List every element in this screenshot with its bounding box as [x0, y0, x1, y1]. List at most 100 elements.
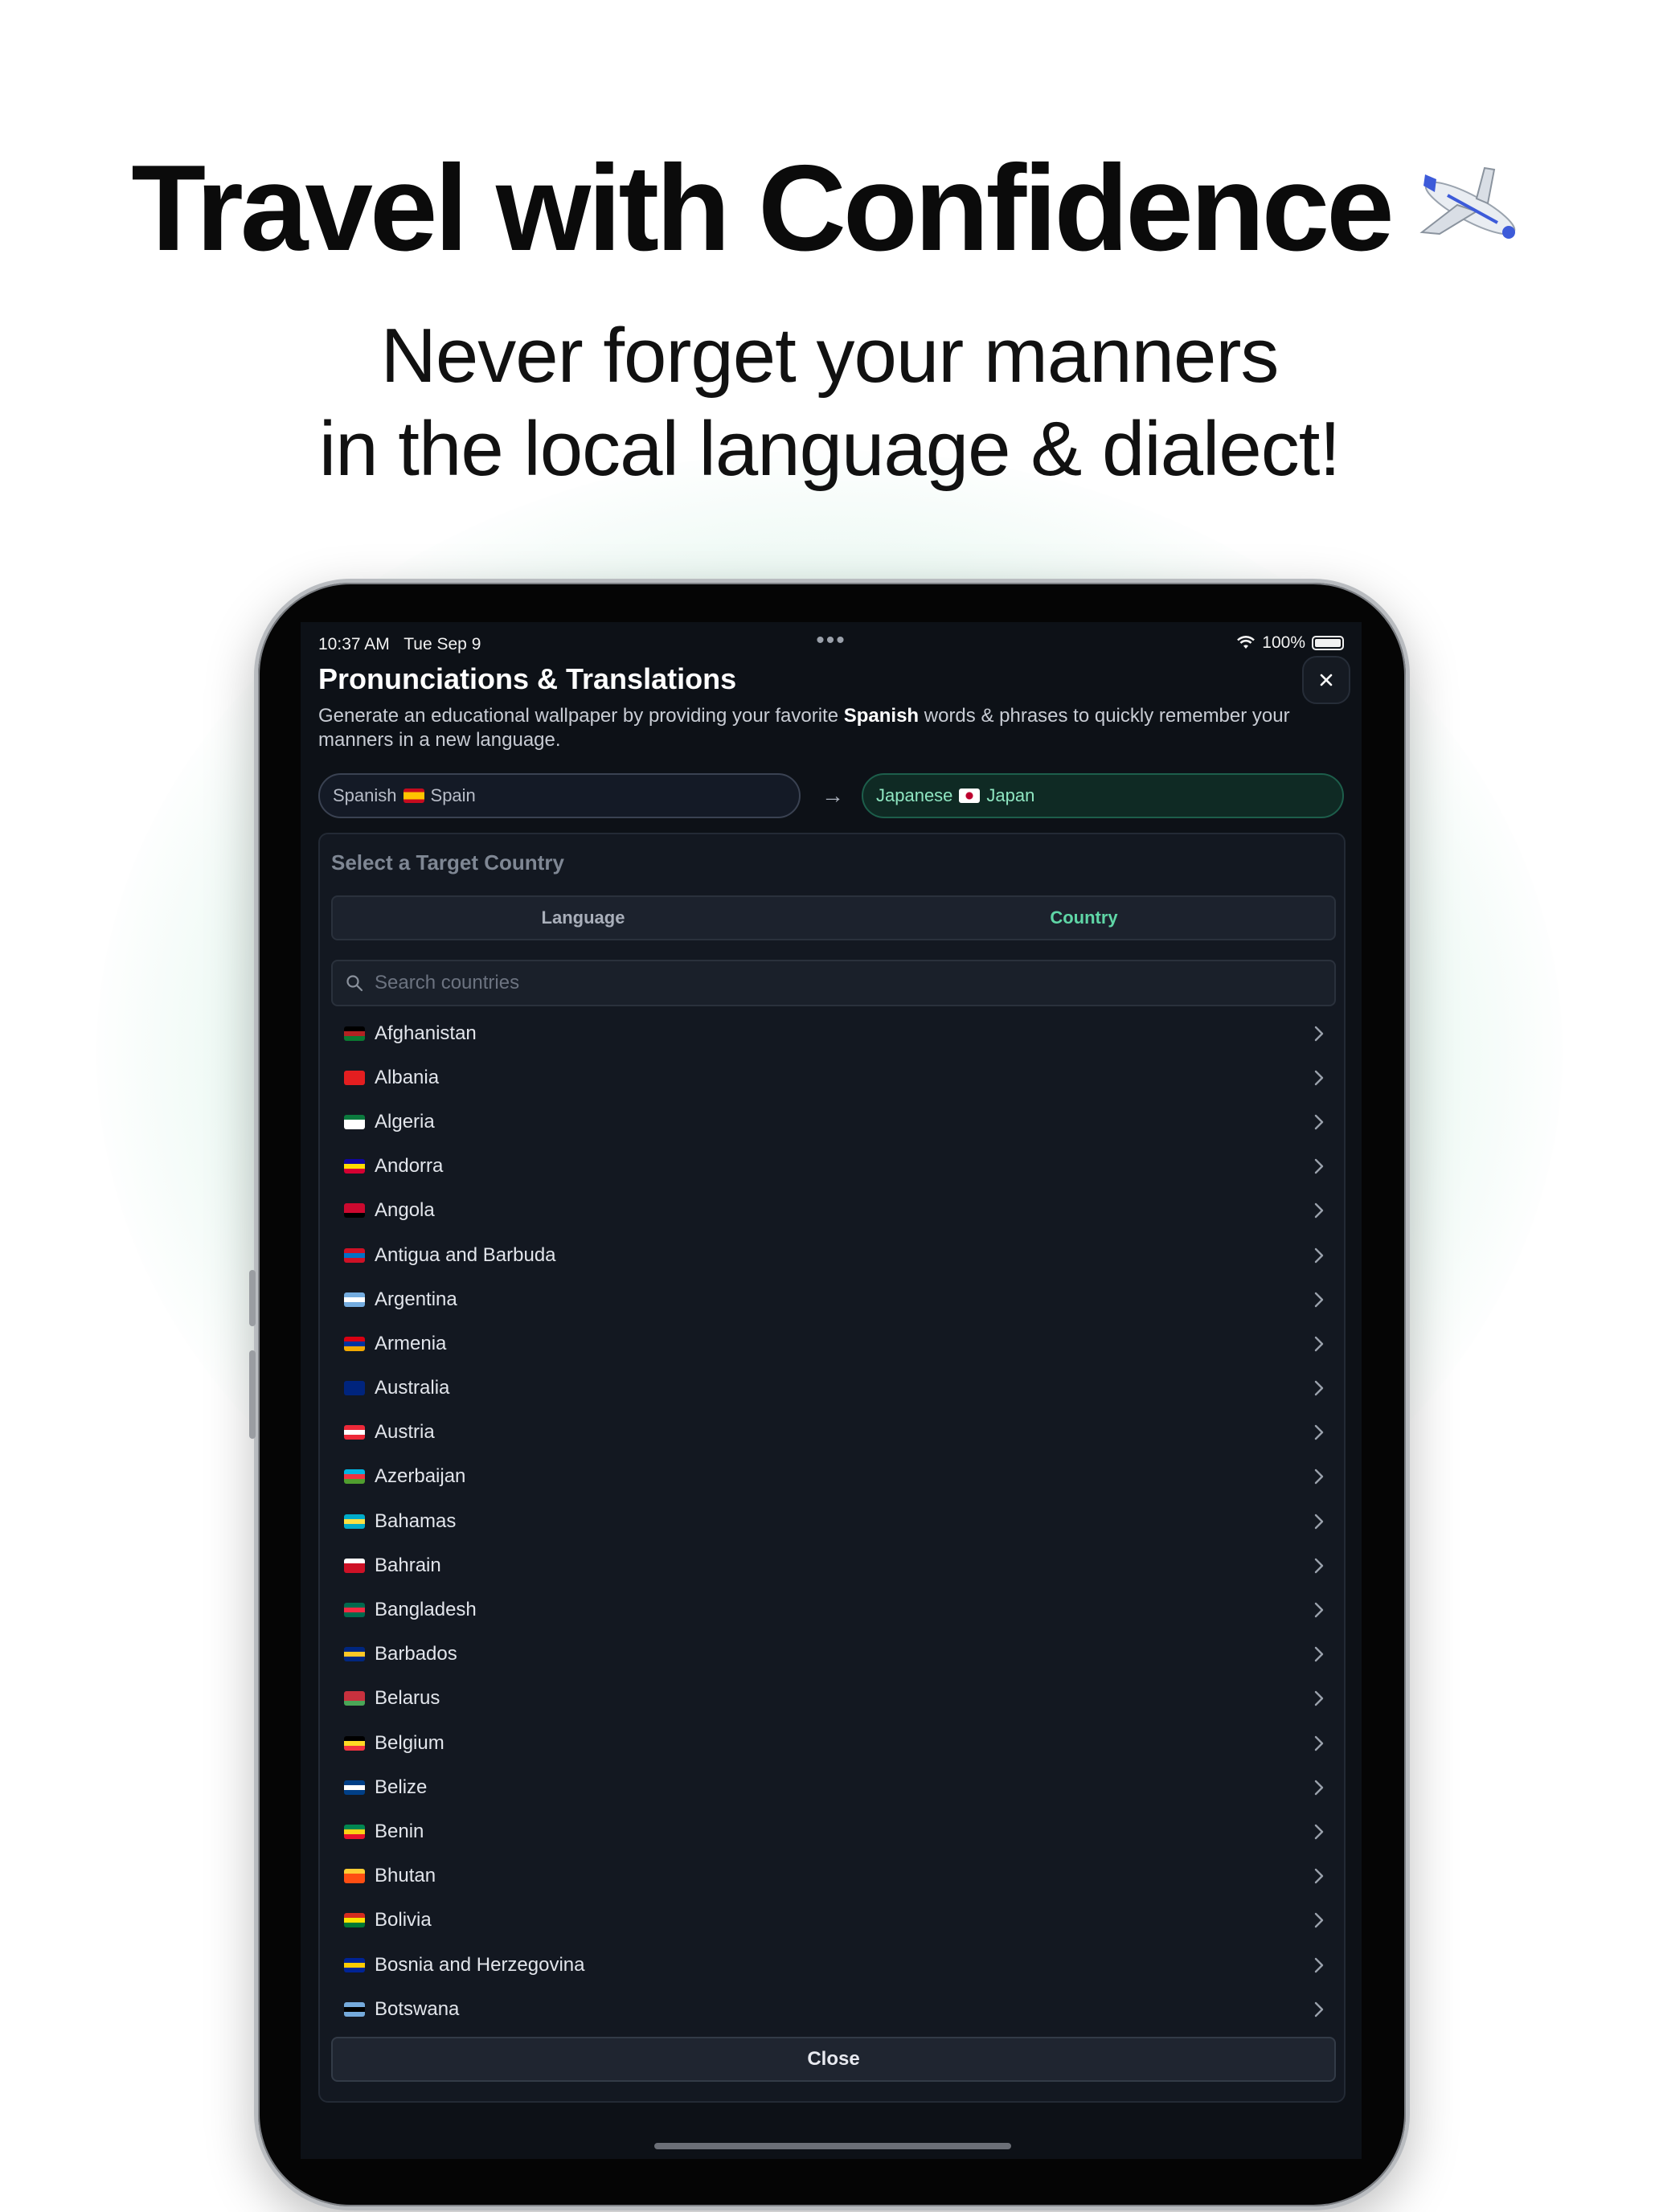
dismiss-button[interactable]: [1302, 656, 1350, 704]
country-row[interactable]: Barbados: [331, 1632, 1336, 1677]
home-indicator[interactable]: [654, 2143, 1011, 2149]
headline-text: Travel with Confidence: [131, 140, 1394, 276]
country-flag-icon: [344, 1514, 365, 1529]
tab-language[interactable]: Language: [333, 897, 834, 939]
volume-button: [249, 1350, 256, 1439]
country-name: Bangladesh: [375, 1599, 477, 1621]
side-button: [249, 1270, 256, 1326]
chevron-right-icon: [1314, 1336, 1324, 1352]
country-name: Armenia: [375, 1332, 447, 1354]
country-flag-icon: [344, 1913, 365, 1928]
marketing-subhead: Never forget your manners in the local l…: [0, 309, 1659, 496]
country-row[interactable]: Bhutan: [331, 1854, 1336, 1899]
picker-segmented-control: Language Country: [331, 895, 1336, 940]
country-name: Barbados: [375, 1643, 457, 1665]
chevron-right-icon: [1314, 1114, 1324, 1130]
country-flag-icon: [344, 1070, 365, 1085]
country-flag-icon: [344, 1026, 365, 1041]
country-name: Bhutan: [375, 1865, 436, 1887]
country-row[interactable]: Azerbaijan: [331, 1455, 1336, 1499]
target-country-label: Japan: [986, 785, 1035, 805]
country-row[interactable]: Bolivia: [331, 1899, 1336, 1943]
country-name: Botswana: [375, 1997, 460, 2020]
country-flag-icon: [344, 2001, 365, 2017]
country-row[interactable]: Argentina: [331, 1277, 1336, 1321]
search-box: [331, 960, 1336, 1006]
arrow-right-icon: →: [821, 783, 844, 808]
country-name: Belize: [375, 1776, 428, 1798]
country-name: Andorra: [375, 1155, 444, 1178]
chevron-right-icon: [1314, 2001, 1324, 2017]
tab-country[interactable]: Country: [834, 897, 1334, 939]
country-row[interactable]: Andorra: [331, 1145, 1336, 1189]
country-row[interactable]: Bosnia and Herzegovina: [331, 1943, 1336, 1987]
chevron-right-icon: [1314, 1070, 1324, 1085]
chevron-right-icon: [1314, 1425, 1324, 1440]
chevron-right-icon: [1314, 1647, 1324, 1662]
target-language-pill[interactable]: Japanese Japan: [862, 773, 1344, 818]
search-input[interactable]: [375, 972, 1259, 994]
airplane-icon: [1407, 143, 1528, 284]
country-row[interactable]: Australia: [331, 1366, 1336, 1411]
sheet-title: Pronunciations & Translations: [318, 662, 737, 695]
country-list: Afghanistan Albania Algeria Andorra Angola An…: [331, 1011, 1336, 2031]
chevron-right-icon: [1314, 1026, 1324, 1041]
country-flag-icon: [344, 1869, 365, 1884]
country-flag-icon: [344, 1780, 365, 1795]
chevron-right-icon: [1314, 1514, 1324, 1529]
chevron-right-icon: [1314, 1602, 1324, 1618]
country-flag-icon: [344, 1381, 365, 1396]
country-flag-icon: [344, 1292, 365, 1307]
status-bar: 10:37 AM Tue Sep 9 ••• 100%: [318, 627, 1344, 659]
country-name: Algeria: [375, 1110, 435, 1133]
country-flag-icon: [344, 1647, 365, 1662]
country-row[interactable]: Belgium: [331, 1721, 1336, 1765]
chevron-right-icon: [1314, 1691, 1324, 1706]
chevron-right-icon: [1314, 1735, 1324, 1751]
multitask-dots-icon[interactable]: •••: [816, 627, 846, 654]
country-name: Argentina: [375, 1288, 457, 1310]
subhead-line-2: in the local language & dialect!: [318, 406, 1341, 492]
country-name: Belarus: [375, 1687, 440, 1710]
chevron-right-icon: [1314, 1868, 1324, 1884]
country-flag-icon: [344, 1558, 365, 1573]
country-row[interactable]: Afghanistan: [331, 1011, 1336, 1055]
chevron-right-icon: [1314, 1203, 1324, 1219]
country-row[interactable]: Bahrain: [331, 1543, 1336, 1587]
country-row[interactable]: Belarus: [331, 1677, 1336, 1721]
country-name: Austria: [375, 1421, 435, 1444]
country-row[interactable]: Bahamas: [331, 1499, 1336, 1543]
country-row[interactable]: Benin: [331, 1809, 1336, 1854]
source-country-label: Spain: [430, 785, 476, 805]
country-picker-panel: Select a Target Country Language Country…: [318, 833, 1346, 2103]
source-language-label: Spanish: [333, 785, 397, 805]
country-row[interactable]: Belize: [331, 1765, 1336, 1809]
country-flag-icon: [344, 1824, 365, 1839]
marketing-headline: Travel with Confidence: [0, 138, 1659, 284]
country-row[interactable]: Armenia: [331, 1321, 1336, 1366]
country-name: Bahamas: [375, 1509, 457, 1532]
close-button[interactable]: Close: [331, 2037, 1336, 2082]
country-name: Bosnia and Herzegovina: [375, 1953, 585, 1976]
wifi-icon: [1237, 636, 1256, 649]
country-row[interactable]: Antigua and Barbuda: [331, 1233, 1336, 1277]
country-flag-icon: [344, 1735, 365, 1751]
source-language-pill[interactable]: Spanish Spain: [318, 773, 801, 818]
country-flag-icon: [344, 1425, 365, 1440]
country-row[interactable]: Angola: [331, 1189, 1336, 1233]
country-name: Bahrain: [375, 1554, 441, 1576]
country-row[interactable]: Algeria: [331, 1100, 1336, 1144]
country-name: Angola: [375, 1199, 435, 1222]
close-icon: [1320, 674, 1333, 686]
chevron-right-icon: [1314, 1913, 1324, 1928]
chevron-right-icon: [1314, 1158, 1324, 1174]
country-row[interactable]: Austria: [331, 1411, 1336, 1455]
country-flag-icon: [344, 1203, 365, 1219]
chevron-right-icon: [1314, 1469, 1324, 1485]
country-name: Belgium: [375, 1731, 444, 1754]
battery-percent: 100%: [1262, 633, 1305, 652]
country-row[interactable]: Botswana: [331, 1987, 1336, 2031]
country-row[interactable]: Albania: [331, 1055, 1336, 1100]
battery-icon: [1312, 636, 1344, 650]
country-row[interactable]: Bangladesh: [331, 1587, 1336, 1632]
